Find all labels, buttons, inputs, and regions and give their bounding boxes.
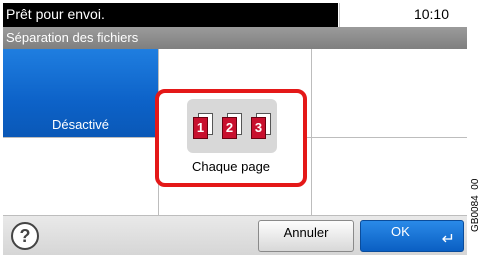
ok-button[interactable]: OK ↵ [360,220,464,252]
clock: 10:10 [413,6,449,22]
option-each-page-label: Chaque page [191,159,271,174]
cancel-label: Annuler [283,225,329,240]
cancel-button[interactable]: Annuler [258,220,354,252]
figure-caption: GB0084_00 [470,178,478,232]
clock-area: 10:10 [339,3,467,27]
ok-label: OK [391,224,410,239]
panel-screen: Prêt pour envoi. 10:10 Séparation des fi… [3,3,467,255]
enter-icon: ↵ [441,231,455,248]
page-1-icon: 1 [193,113,213,139]
option-off[interactable]: Désactivé [3,49,158,137]
grid-divider [311,49,312,215]
status-bar: Prêt pour envoi. [3,3,338,27]
status-message: Prêt pour envoi. [6,6,105,22]
each-page-icon: 1 2 3 [187,99,277,153]
option-each-page[interactable]: 1 2 3 Chaque page [155,89,307,187]
help-icon[interactable]: ? [11,222,39,250]
option-off-label: Désactivé [51,117,110,132]
page-3-icon: 3 [251,113,271,139]
options-grid: Désactivé 1 2 3 Chaque page [3,49,467,215]
bottom-bar: ? Annuler OK ↵ [3,215,467,255]
page-title: Séparation des fichiers [6,30,139,45]
page-2-icon: 2 [222,113,242,139]
title-bar: Séparation des fichiers [3,27,467,49]
